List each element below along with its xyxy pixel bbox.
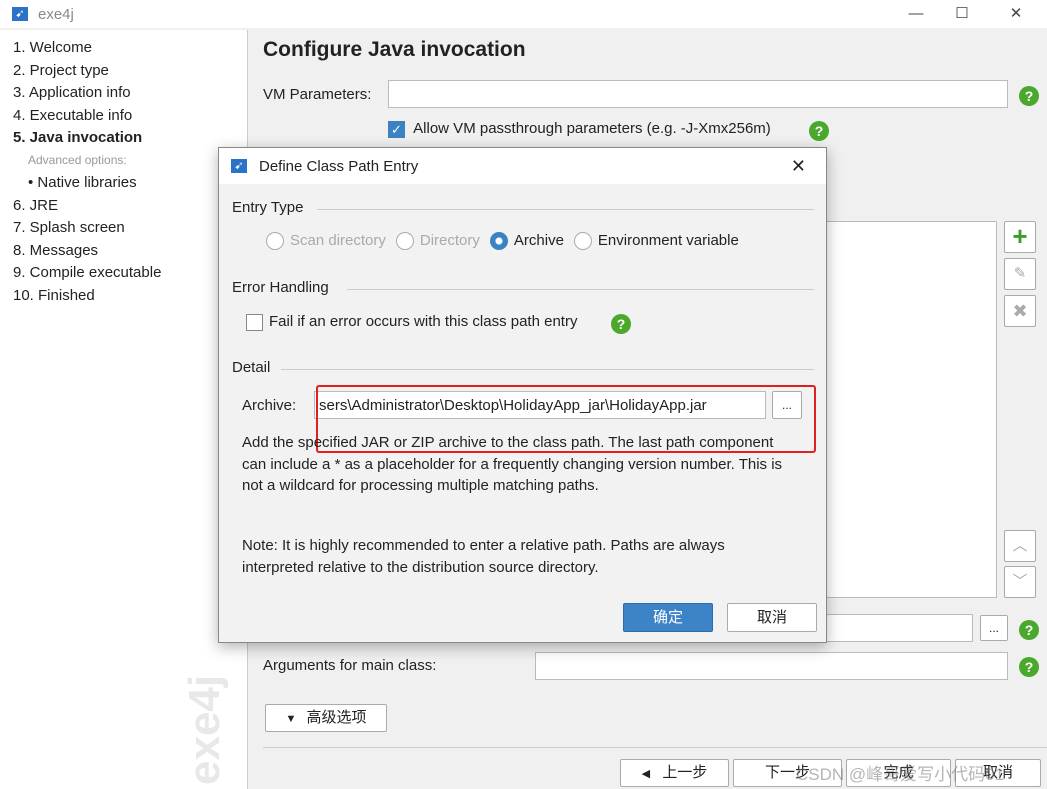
move-down-button[interactable]: ﹀ — [1004, 566, 1036, 598]
passthrough-option[interactable]: ✓ Allow VM passthrough parameters (e.g. … — [388, 120, 771, 138]
dialog-title: Define Class Path Entry — [259, 157, 419, 175]
step-jre[interactable]: 6. JRE — [13, 197, 58, 214]
app-icon: ➹ — [231, 159, 247, 173]
step-welcome[interactable]: 1. Welcome — [13, 39, 92, 56]
divider — [317, 209, 814, 210]
archive-description: Add the specified JAR or ZIP archive to … — [242, 434, 783, 494]
close-window-button[interactable]: ✕ — [993, 0, 1039, 28]
native-libraries-label: Native libraries — [37, 174, 137, 191]
radio-icon — [395, 232, 414, 251]
step-application-info[interactable]: 3. Application info — [13, 84, 131, 101]
radio-label: Environment variable — [597, 232, 739, 249]
page-title: Configure Java invocation — [263, 38, 526, 61]
minimize-button[interactable]: — — [893, 0, 939, 28]
archive-label: Archive: — [242, 397, 297, 414]
step-splash-screen[interactable]: 7. Splash screen — [13, 219, 125, 236]
step-java-invocation[interactable]: 5. Java invocation — [13, 129, 142, 146]
help-icon[interactable]: ? — [1019, 620, 1039, 640]
advanced-options-button[interactable]: ▼ 高级选项 — [265, 704, 387, 732]
title-bar: ➹ exe4j — [0, 0, 1047, 28]
csdn-watermark: CSDN @峰哥爱写小代码01 — [796, 765, 1005, 784]
arguments-input[interactable] — [535, 652, 1008, 680]
triangle-down-icon: ▼ — [285, 713, 297, 725]
radio-selected-icon — [489, 232, 508, 251]
radio-scan-directory[interactable]: Scan directory — [266, 232, 386, 251]
ok-button[interactable]: 确定 — [623, 603, 713, 632]
step-compile-executable[interactable]: 9. Compile executable — [13, 264, 161, 281]
checkbox-icon[interactable] — [246, 313, 263, 331]
help-icon[interactable]: ? — [809, 121, 829, 141]
advanced-options-label: Advanced options: — [28, 153, 127, 167]
step-finished[interactable]: 10. Finished — [13, 287, 95, 304]
radio-icon — [573, 232, 592, 251]
app-icon: ➹ — [12, 7, 28, 21]
divider — [281, 369, 814, 370]
radio-label: Archive — [513, 232, 564, 249]
close-icon[interactable]: ✕ — [791, 156, 806, 177]
step-messages[interactable]: 8. Messages — [13, 242, 98, 259]
divider — [263, 747, 1047, 748]
detail-heading: Detail — [232, 359, 271, 376]
help-icon[interactable]: ? — [1019, 657, 1039, 677]
passthrough-label: Allow VM passthrough parameters (e.g. -J… — [413, 120, 771, 137]
add-entry-button[interactable]: + — [1004, 221, 1036, 253]
radio-label: Directory — [419, 232, 480, 249]
move-up-button[interactable]: ︿ — [1004, 530, 1036, 562]
radio-icon — [266, 232, 284, 251]
entry-type-heading: Entry Type — [232, 199, 304, 216]
radio-directory[interactable]: Directory — [395, 232, 480, 251]
vm-parameters-input[interactable] — [388, 80, 1008, 108]
error-handling-heading: Error Handling — [232, 279, 329, 296]
remove-entry-button[interactable]: ✖ — [1004, 295, 1036, 327]
maximize-button[interactable]: ☐ — [939, 0, 985, 28]
advanced-options-label: 高级选项 — [306, 709, 367, 726]
help-icon[interactable]: ? — [611, 314, 631, 334]
back-button-label: 上一步 — [662, 764, 708, 781]
dialog-cancel-button[interactable]: 取消 — [727, 603, 817, 632]
exe4j-watermark: exe4j — [180, 674, 229, 785]
help-icon[interactable]: ? — [1019, 86, 1039, 106]
browse-main-class-button[interactable]: ... — [980, 615, 1008, 641]
step-executable-info[interactable]: 4. Executable info — [13, 107, 132, 124]
define-class-path-dialog: ➹ Define Class Path Entry ✕ Entry Type S… — [218, 147, 827, 643]
divider — [347, 289, 814, 290]
triangle-left-icon: ◀ — [641, 768, 651, 780]
step-native-libraries[interactable]: • Native libraries — [28, 174, 137, 191]
arguments-label: Arguments for main class: — [263, 657, 437, 674]
entry-type-radios: Scan directory Directory Archive Environ… — [266, 232, 739, 251]
radio-environment-variable[interactable]: Environment variable — [573, 232, 739, 251]
step-project-type[interactable]: 2. Project type — [13, 62, 109, 79]
radio-label: Scan directory — [290, 232, 386, 249]
checkbox-checked-icon[interactable]: ✓ — [388, 120, 405, 138]
back-button[interactable]: ◀ 上一步 — [620, 759, 729, 787]
steps-sidebar: 1. Welcome 2. Project type 3. Applicatio… — [0, 30, 248, 789]
relative-path-note: Note: It is highly recommended to enter … — [242, 537, 725, 576]
fail-on-error-label: Fail if an error occurs with this class … — [269, 313, 578, 330]
dialog-title-bar: ➹ Define Class Path Entry ✕ — [219, 148, 826, 184]
window-title: exe4j — [38, 5, 74, 23]
vm-parameters-label: VM Parameters: — [263, 86, 372, 103]
radio-archive[interactable]: Archive — [489, 232, 564, 251]
edit-entry-button[interactable]: ✎ — [1004, 258, 1036, 290]
fail-on-error-option[interactable]: Fail if an error occurs with this class … — [246, 313, 577, 331]
